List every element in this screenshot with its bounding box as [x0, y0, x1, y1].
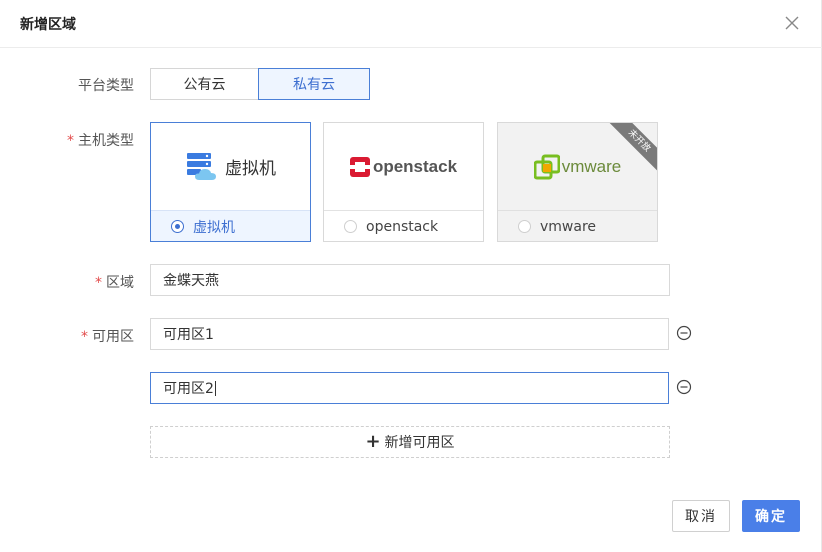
openstack-logo-text: openstack	[372, 156, 458, 176]
plus-icon: +	[365, 431, 381, 452]
required-asterisk: *	[95, 275, 102, 291]
host-card-label: vmware	[540, 218, 597, 235]
region-input-value: 金蝶天燕	[163, 273, 219, 289]
host-card-footer: vmware	[498, 210, 657, 241]
zones-label: * 可用区	[81, 329, 134, 345]
radio-selected[interactable]	[171, 220, 184, 233]
close-icon[interactable]	[782, 13, 802, 33]
openstack-logo-icon	[349, 156, 370, 177]
add-region-dialog: 新增区域 平台类型 公有云 私有云 * 主机类型 虚拟机 虚拟机 opensta…	[0, 0, 822, 552]
platform-option-private[interactable]: 私有云	[258, 68, 370, 100]
radio-unselected[interactable]	[344, 220, 357, 233]
host-card-footer: 虚拟机	[151, 210, 310, 241]
vmware-logo-icon	[533, 154, 560, 179]
host-card-footer: openstack	[324, 210, 483, 241]
cancel-button[interactable]: 取消	[672, 500, 730, 532]
required-asterisk: *	[67, 133, 74, 149]
region-label: * 区域	[95, 275, 134, 291]
host-card-vmware: vmware 未开放 vmware	[497, 122, 658, 242]
platform-option-public[interactable]: 公有云	[150, 68, 259, 100]
platform-option-label: 私有云	[293, 77, 335, 93]
vm-logo-text: 虚拟机	[225, 159, 276, 179]
zone-input-value: 可用区1	[163, 327, 214, 343]
host-card-label: openstack	[366, 218, 439, 235]
platform-option-label: 公有云	[183, 77, 226, 93]
radio-disabled	[518, 220, 531, 233]
dialog-title: 新增区域	[20, 17, 76, 33]
zone-input-value: 可用区2	[163, 381, 214, 397]
server-cloud-icon	[187, 152, 216, 180]
host-card-openstack[interactable]: openstack openstack	[323, 122, 484, 242]
vm-logo: 虚拟机	[151, 123, 310, 210]
openstack-logo: openstack	[324, 123, 483, 210]
remove-zone-icon[interactable]	[676, 325, 692, 341]
zone-input-2[interactable]: 可用区2	[150, 372, 669, 404]
platform-type-label: 平台类型	[78, 78, 134, 94]
zone-input-1[interactable]: 可用区1	[150, 318, 669, 350]
dialog-header: 新增区域	[0, 0, 822, 48]
host-card-vm[interactable]: 虚拟机 虚拟机	[150, 122, 311, 242]
add-zone-button[interactable]: + 新增可用区	[150, 426, 670, 458]
region-input[interactable]: 金蝶天燕	[150, 264, 670, 296]
remove-zone-icon[interactable]	[676, 379, 692, 395]
confirm-button[interactable]: 确定	[742, 500, 800, 532]
required-asterisk: *	[81, 329, 88, 345]
add-zone-label: 新增可用区	[384, 435, 455, 451]
text-caret	[214, 380, 216, 396]
host-card-label: 虚拟机	[193, 219, 235, 236]
host-type-label: * 主机类型	[67, 133, 134, 149]
vmware-logo-text: vmware	[561, 156, 622, 176]
